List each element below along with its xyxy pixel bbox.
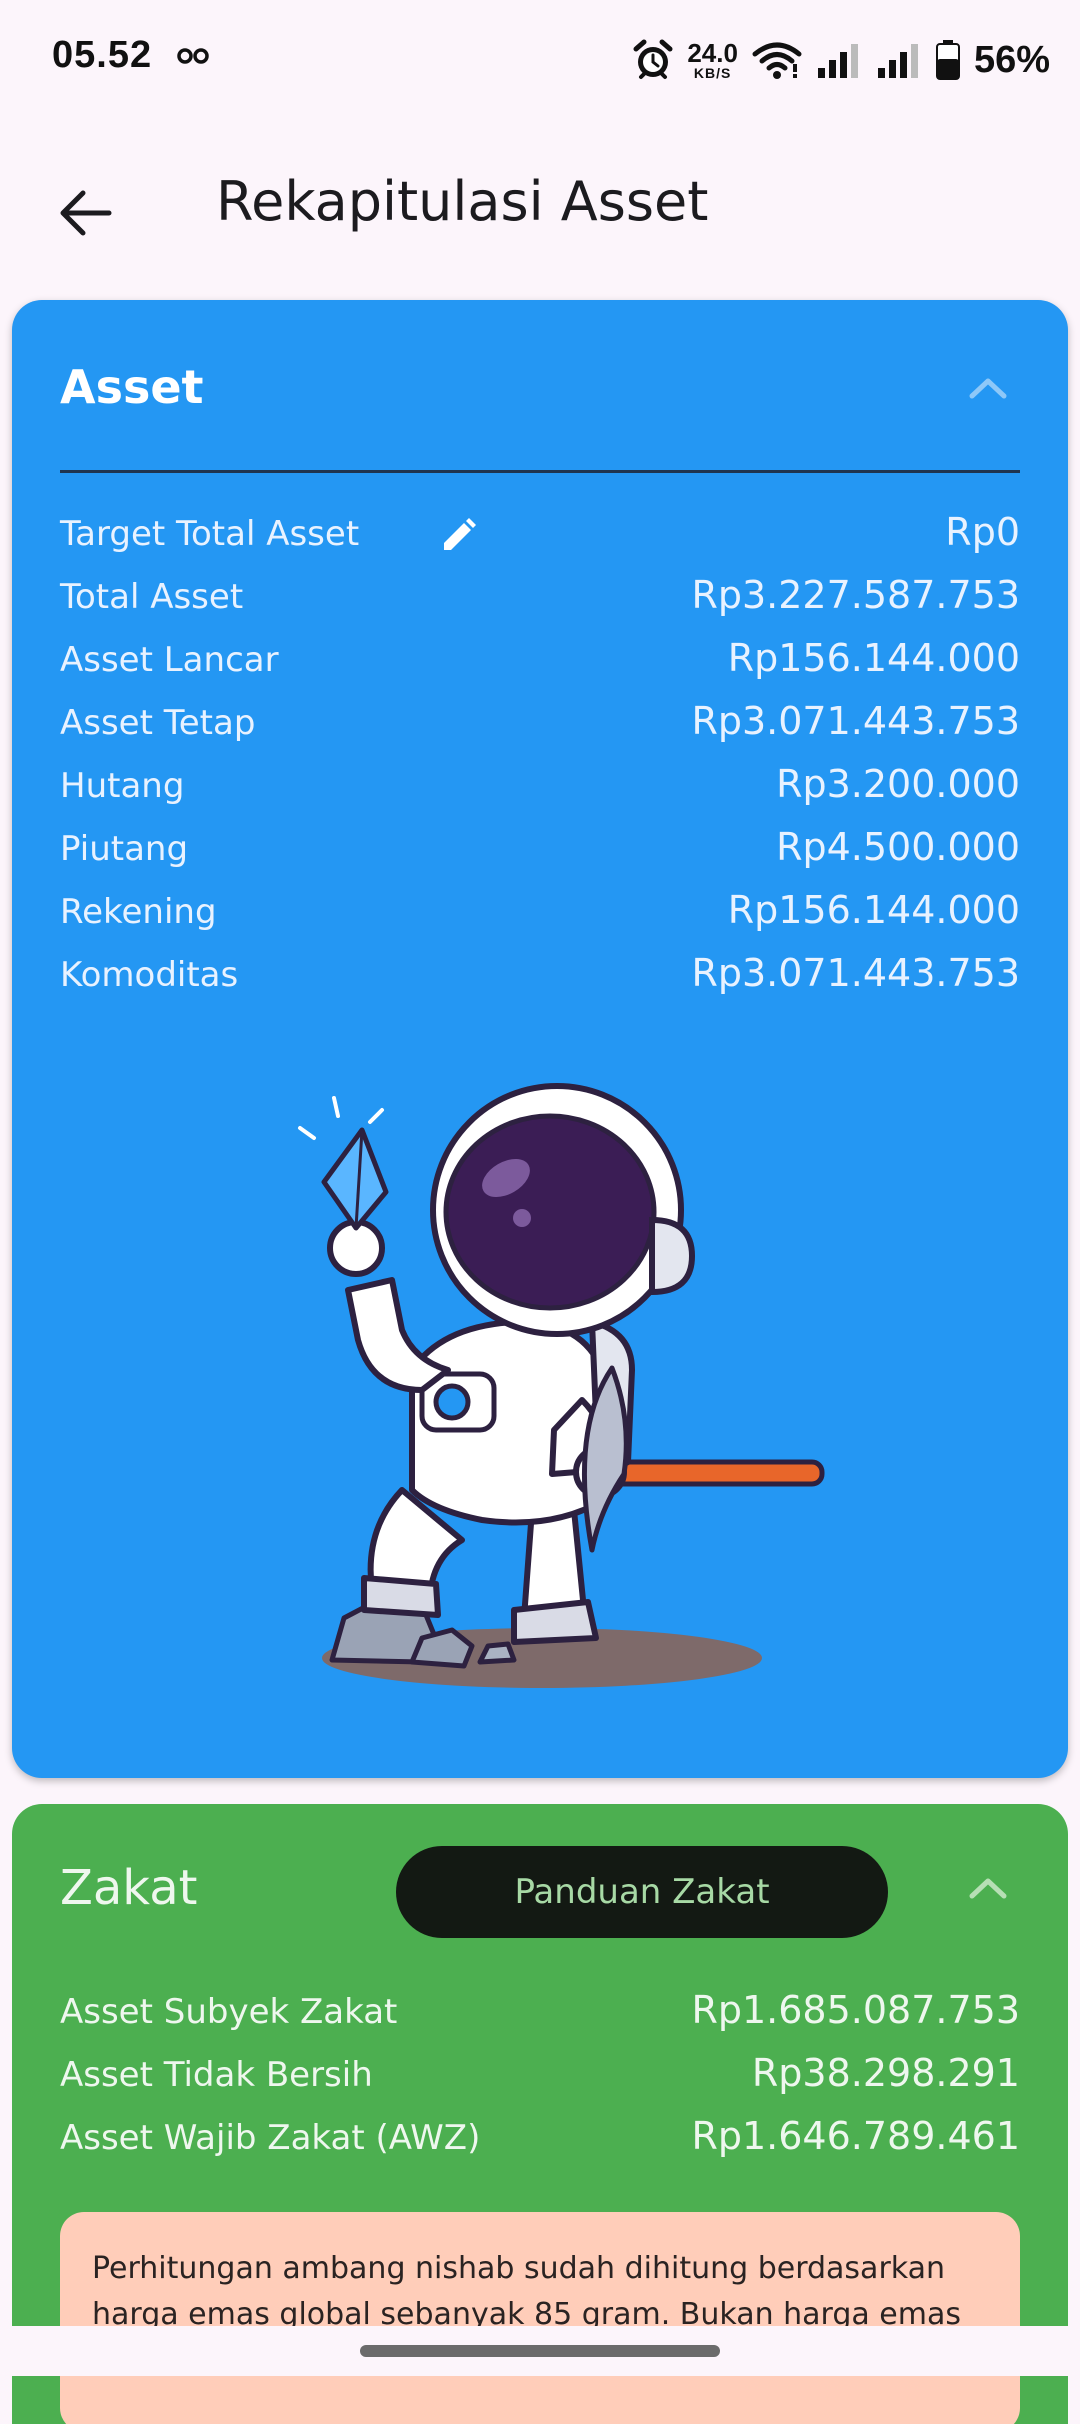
asset-row-hutang: Hutang Rp3.200.000 <box>60 758 1020 821</box>
row-value: Rp0 <box>945 510 1020 554</box>
alarm-icon <box>633 39 673 79</box>
infinity-icon <box>177 48 209 64</box>
asset-card: Asset Target Total Asset Rp0 Total Asset… <box>12 300 1068 1778</box>
notice-line-1: Perhitungan ambang nishab sudah dihitung… <box>92 2251 946 2286</box>
asset-row-rekening: Rekening Rp156.144.000 <box>60 884 1020 947</box>
row-value: Rp156.144.000 <box>727 636 1020 680</box>
row-label: Rekening <box>60 892 217 932</box>
row-value: Rp3.071.443.753 <box>691 699 1020 743</box>
row-value: Rp3.227.587.753 <box>691 573 1020 617</box>
page-title: Rekapitulasi Asset <box>216 170 709 233</box>
app-bar: Rekapitulasi Asset <box>0 140 1080 270</box>
row-label: Asset Wajib Zakat (AWZ) <box>60 2118 481 2158</box>
network-speed: 24.0 KB/S <box>687 40 738 80</box>
zakat-card-title: Zakat <box>60 1860 198 1916</box>
row-value: Rp38.298.291 <box>751 2051 1020 2095</box>
row-label: Target Total Asset <box>60 514 360 554</box>
row-label: Hutang <box>60 766 185 806</box>
row-label: Komoditas <box>60 955 239 995</box>
signal-icon-2 <box>877 44 918 78</box>
row-label: Asset Lancar <box>60 640 279 680</box>
asset-row-target: Target Total Asset Rp0 <box>60 506 1020 569</box>
row-value: Rp4.500.000 <box>776 825 1020 869</box>
navigation-bar <box>0 2326 1080 2376</box>
zakat-row-subyek: Asset Subyek Zakat Rp1.685.087.753 <box>60 1984 1020 2047</box>
asset-card-title: Asset <box>60 360 204 414</box>
status-time: 05.52 <box>52 34 153 76</box>
row-label: Total Asset <box>60 577 244 617</box>
network-speed-value: 24.0 <box>687 38 738 68</box>
zakat-collapse-button[interactable] <box>948 1848 1028 1928</box>
zakat-rows: Asset Subyek Zakat Rp1.685.087.753 Asset… <box>60 1984 1020 2173</box>
asset-row-tetap: Asset Tetap Rp3.071.443.753 <box>60 695 1020 758</box>
chevron-up-icon <box>969 378 1007 399</box>
asset-collapse-button[interactable] <box>948 348 1028 428</box>
asset-row-lancar: Asset Lancar Rp156.144.000 <box>60 632 1020 695</box>
asset-row-piutang: Piutang Rp4.500.000 <box>60 821 1020 884</box>
row-value: Rp1.646.789.461 <box>691 2114 1020 2158</box>
asset-row-komoditas: Komoditas Rp3.071.443.753 <box>60 947 1020 1010</box>
signal-icon-1 <box>817 44 858 78</box>
battery-percentage: 56% <box>973 38 1050 81</box>
battery-icon <box>935 40 960 80</box>
edit-icon[interactable] <box>438 516 478 556</box>
panduan-zakat-button[interactable]: Panduan Zakat <box>396 1846 888 1938</box>
row-value: Rp3.200.000 <box>776 762 1020 806</box>
asset-divider <box>60 470 1020 473</box>
astronaut-mining-illustration <box>298 1083 825 1688</box>
row-value: Rp1.685.087.753 <box>691 1988 1020 2032</box>
row-value: Rp156.144.000 <box>727 888 1020 932</box>
wifi-icon <box>752 42 802 79</box>
row-label: Asset Subyek Zakat <box>60 1992 398 2032</box>
home-gesture-handle[interactable] <box>360 2345 720 2357</box>
asset-row-total: Total Asset Rp3.227.587.753 <box>60 569 1020 632</box>
nishab-notice: Perhitungan ambang nishab sudah dihitung… <box>60 2212 1020 2424</box>
row-label: Asset Tetap <box>60 703 256 743</box>
zakat-row-awz: Asset Wajib Zakat (AWZ) Rp1.646.789.461 <box>60 2110 1020 2173</box>
chevron-up-icon <box>969 1878 1007 1899</box>
zakat-row-tidak-bersih: Asset Tidak Bersih Rp38.298.291 <box>60 2047 1020 2110</box>
asset-rows: Target Total Asset Rp0 Total Asset Rp3.2… <box>60 506 1020 1010</box>
status-bar: 05.52 24.0 KB/S 56% <box>0 0 1080 120</box>
row-label: Piutang <box>60 829 189 869</box>
row-value: Rp3.071.443.753 <box>691 951 1020 995</box>
back-button[interactable] <box>40 168 130 258</box>
network-speed-unit: KB/S <box>693 65 732 81</box>
arrow-back-icon <box>60 190 112 236</box>
status-icons: 24.0 KB/S 56% <box>633 30 1050 90</box>
row-label: Asset Tidak Bersih <box>60 2055 373 2095</box>
